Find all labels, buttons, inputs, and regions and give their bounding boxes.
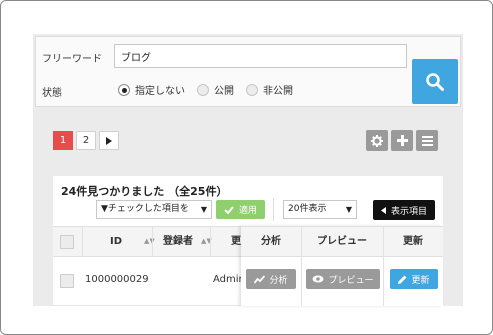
search-button[interactable] [412,59,458,104]
bulk-action-select[interactable]: ▼チェックした項目を ▼ [96,200,212,219]
list-tools [366,130,441,151]
per-page-value: 20件表示 [288,204,327,214]
column-divider [383,226,384,306]
header-preview: プレビュー [317,236,367,247]
toolbar-divider [273,198,274,221]
header-analysis: 分析 [261,236,281,247]
header-author[interactable]: 登録者 [163,227,203,256]
result-count: 24件見つかりました （全25件） [61,185,228,198]
sort-icon[interactable]: ▲▼ [144,237,155,245]
apply-button[interactable]: 適用 [216,200,265,219]
row-id: 1000000029 [85,274,149,285]
columns-label: 表示項目 [390,206,427,217]
radio-label: 公開 [214,86,234,97]
radio-dot [118,83,130,96]
update-button[interactable]: 更新 [390,269,438,289]
action-header: 分析 プレビュー 更新 [241,226,443,257]
analysis-label: 分析 [269,275,288,286]
app-window: フリーワード 状態 指定しない 公開 非公開 [0,0,493,335]
search-form: フリーワード 状態 指定しない 公開 非公開 [35,36,461,107]
settings-button[interactable] [366,130,388,151]
header-update: 更新 [403,236,423,247]
pagination: 1 2 [53,131,122,150]
row-updated: Admin [213,274,243,285]
analysis-button[interactable]: 分析 [246,269,296,289]
preview-button[interactable]: プレビュー [306,269,380,289]
chevron-down-icon: ▼ [200,205,207,214]
per-page-select[interactable]: 20件表示 ▼ [283,200,357,219]
bulk-action-value: ▼チェックした項目を [101,204,189,214]
update-label: 更新 [411,275,430,286]
status-radio-public[interactable]: 公開 [197,82,234,97]
action-columns: 分析 プレビュー 更新 分析 プレビュー 更新 [241,226,443,306]
chart-line-icon [254,274,266,284]
radio-dot [197,83,209,96]
search-icon [426,72,444,91]
status-radio-group: 指定しない 公開 非公開 [118,82,305,97]
radio-dot [246,83,258,96]
apply-label: 適用 [238,206,257,216]
radio-label: 非公開 [263,86,293,97]
keyword-label: フリーワード [42,54,102,65]
next-page-button[interactable] [99,131,119,150]
header-id[interactable]: ID [110,227,130,256]
add-button[interactable] [391,130,413,151]
status-label: 状態 [42,88,62,99]
row-checkbox[interactable] [60,274,74,288]
columns-button[interactable]: 表示項目 [373,200,435,220]
preview-label: プレビュー [328,275,374,286]
gear-icon [371,134,383,147]
column-divider [301,226,302,306]
status-radio-any[interactable]: 指定しない [118,82,185,97]
menu-button[interactable] [416,130,438,151]
menu-icon [421,135,433,146]
caret-left-icon [380,206,386,214]
chevron-down-icon: ▼ [345,205,352,214]
result-card: 24件見つかりました （全25件） ▼チェックした項目を ▼ 適用 20件表示 … [53,176,443,306]
caret-right-icon [106,136,112,145]
content-panel: フリーワード 状態 指定しない 公開 非公開 [33,34,463,306]
radio-label: 指定しない [135,86,185,97]
pencil-icon [398,275,407,284]
check-icon [224,205,234,214]
select-all-checkbox[interactable] [60,235,74,249]
plus-icon [396,135,408,146]
status-radio-private[interactable]: 非公開 [246,82,293,97]
page-1-button[interactable]: 1 [53,131,73,150]
eye-icon [312,275,324,283]
results-table: ID ▲▼ 登録者 ▲▼ 更 1000000029 Admin 分析 プレビュー… [53,226,443,306]
page-2-button[interactable]: 2 [76,131,96,150]
keyword-input[interactable] [114,44,407,68]
